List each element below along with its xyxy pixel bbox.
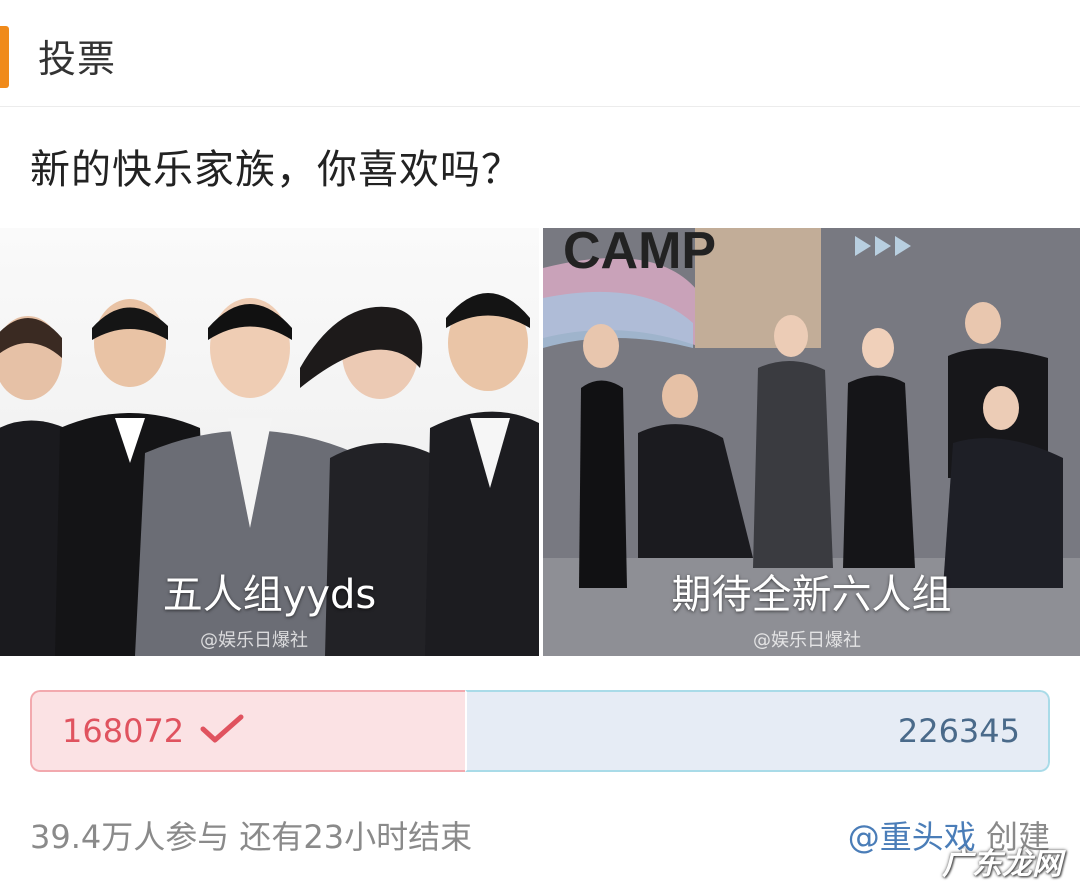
option-five-member[interactable]: 五人组yyds @娱乐日爆社 <box>0 228 539 656</box>
image-watermark: @娱乐日爆社 <box>753 630 861 651</box>
option-label: 期待全新六人组 <box>671 572 952 618</box>
poster-camp-text: CAMP <box>563 228 716 280</box>
card-header: 投票 <box>0 0 1080 107</box>
check-icon <box>200 714 244 748</box>
vote-count-left: 168072 <box>62 712 185 750</box>
vote-card: 投票 新的快乐家族，你喜欢吗？ 五人组yyds @娱乐日爆社 CAMP 期待全新… <box>0 0 1080 893</box>
poll-stats: 39.4万人参与 还有23小时结束 <box>30 818 473 856</box>
poll-question: 新的快乐家族，你喜欢吗？ <box>30 147 522 193</box>
header-title: 投票 <box>38 37 117 81</box>
result-option-six-member[interactable]: 226345 <box>465 690 1050 772</box>
vote-result-bar: 168072 226345 <box>30 690 1050 772</box>
header-accent-bar <box>0 26 9 88</box>
image-watermark: @娱乐日爆社 <box>200 630 308 651</box>
site-watermark: 广东龙网 <box>942 847 1062 882</box>
result-option-five-member[interactable]: 168072 <box>30 690 465 772</box>
option-label: 五人组yyds <box>162 572 377 618</box>
option-six-member[interactable]: CAMP 期待全新六人组 @娱乐日爆社 <box>543 228 1080 656</box>
vote-count-right: 226345 <box>897 712 1020 750</box>
